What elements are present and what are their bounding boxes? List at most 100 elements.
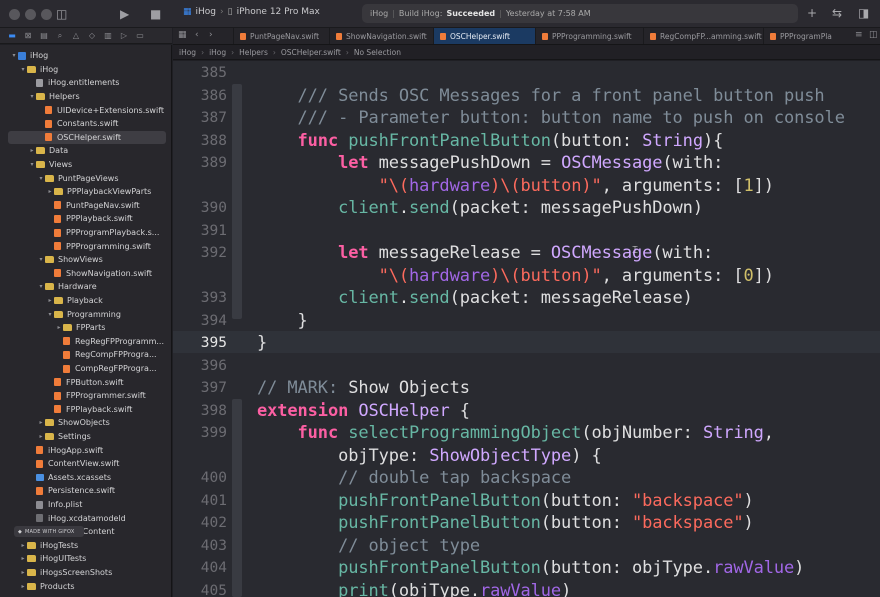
code-folding-ribbon[interactable] xyxy=(232,399,242,597)
code-line[interactable]: // object type xyxy=(257,536,480,556)
navigator-folder[interactable]: ▸ Data xyxy=(0,144,171,158)
breadcrumb-item[interactable]: iHog xyxy=(179,48,196,57)
code-line[interactable]: objType: ShowObjectType) { xyxy=(257,446,602,466)
issue-navigator-icon[interactable]: △ xyxy=(71,31,81,40)
forward-icon[interactable]: › xyxy=(209,30,213,40)
navigator-folder[interactable]: ▸ PPPlaybackViewParts xyxy=(0,185,171,199)
navigator-folder[interactable]: ▸ iHogsScreenShots xyxy=(0,566,171,580)
navigator-file[interactable]: Info.plist xyxy=(0,498,171,512)
navigator-file[interactable]: PPProgramPlayback.s... xyxy=(0,226,171,240)
navigator-file[interactable]: ShowNavigation.swift xyxy=(0,267,171,281)
code-line[interactable]: /// Sends OSC Messages for a front panel… xyxy=(257,86,825,106)
navigator-file[interactable]: ▾ iHog xyxy=(0,49,171,63)
navigator-file[interactable]: RegCompFPProgra... xyxy=(0,348,171,362)
navigator-folder[interactable]: ▾ Hardware xyxy=(0,280,171,294)
minimize-window-button[interactable] xyxy=(25,9,36,20)
disclosure-closed-icon[interactable]: ▸ xyxy=(19,555,27,562)
navigator-file[interactable]: iHog.entitlements xyxy=(0,76,171,90)
source-editor[interactable]: ⌶ 385 386 /// Sends OSC Messages for a fr… xyxy=(173,61,880,597)
navigator-file[interactable]: Assets.xcassets xyxy=(0,471,171,485)
code-line[interactable]: // MARK: Show Objects xyxy=(257,378,470,398)
project-navigator-icon[interactable]: ▬ xyxy=(7,31,17,40)
disclosure-open-icon[interactable]: ▾ xyxy=(46,311,54,318)
disclosure-open-icon[interactable]: ▾ xyxy=(37,175,45,182)
disclosure-open-icon[interactable]: ▾ xyxy=(37,256,45,263)
source-control-icon[interactable]: ⊠ xyxy=(23,31,33,40)
inspector-toggle-icon[interactable]: ◨ xyxy=(858,6,869,20)
code-line[interactable]: func selectProgrammingObject(objNumber: … xyxy=(257,423,774,443)
code-line[interactable]: // double tap backspace xyxy=(257,468,571,488)
code-line[interactable]: print(objType.rawValue) xyxy=(257,581,571,597)
editor-tab[interactable]: ShowNavigation.swift xyxy=(329,28,433,44)
code-line[interactable]: pushFrontPanelButton(button: "backspace"… xyxy=(257,491,754,511)
zoom-window-button[interactable] xyxy=(41,9,52,20)
navigator-folder[interactable]: ▸ ShowObjects xyxy=(0,416,171,430)
navigator-file[interactable]: FPPlayback.swift xyxy=(0,403,171,417)
breakpoint-navigator-icon[interactable]: ▷ xyxy=(119,31,129,40)
disclosure-closed-icon[interactable]: ▸ xyxy=(46,297,54,304)
navigator-folder[interactable]: ▾ Programming xyxy=(0,307,171,321)
editor-tab[interactable]: PPProgramming.swift xyxy=(535,28,643,44)
disclosure-closed-icon[interactable]: ▸ xyxy=(19,583,27,590)
add-icon[interactable]: + xyxy=(807,6,817,20)
navigator-folder[interactable]: ▾ PuntPageViews xyxy=(0,171,171,185)
navigator-folder[interactable]: ▸ FPParts xyxy=(0,321,171,335)
disclosure-open-icon[interactable]: ▾ xyxy=(10,52,18,59)
disclosure-closed-icon[interactable]: ▸ xyxy=(37,433,45,440)
breadcrumb-item[interactable]: OSCHelper.swift xyxy=(281,48,341,57)
navigator-file[interactable]: OSCHelper.swift xyxy=(8,130,166,145)
code-line[interactable]: extension OSCHelper { xyxy=(257,401,470,421)
symbol-navigator-icon[interactable]: ▤ xyxy=(39,31,49,40)
navigator-folder[interactable]: ▾ ShowViews xyxy=(0,253,171,267)
navigator-folder[interactable]: ▾ Views xyxy=(0,158,171,172)
disclosure-open-icon[interactable]: ▾ xyxy=(37,283,45,290)
disclosure-closed-icon[interactable]: ▸ xyxy=(46,188,54,195)
navigator-file[interactable]: iHogApp.swift xyxy=(0,443,171,457)
disclosure-open-icon[interactable]: ▾ xyxy=(28,161,36,168)
debug-navigator-icon[interactable]: ▥ xyxy=(103,31,113,40)
breadcrumb-item[interactable]: No Selection xyxy=(354,48,401,57)
navigator-file[interactable]: FPButton.swift xyxy=(0,375,171,389)
find-navigator-icon[interactable]: ⌕ xyxy=(55,31,65,41)
disclosure-closed-icon[interactable]: ▸ xyxy=(28,147,36,154)
scheme-selector[interactable]: ▦ iHog › ▯ iPhone 12 Pro Max xyxy=(183,7,320,17)
navigator-file[interactable]: RegRegFPProgramm... xyxy=(0,335,171,349)
disclosure-open-icon[interactable]: ▾ xyxy=(28,93,36,100)
code-line[interactable]: pushFrontPanelButton(button: objType.raw… xyxy=(257,558,804,578)
code-line[interactable]: "\(hardware)\(button)", arguments: [0]) xyxy=(257,266,774,286)
close-window-button[interactable] xyxy=(9,9,20,20)
code-folding-ribbon[interactable] xyxy=(232,84,242,319)
navigator-folder[interactable]: ▸ iHogTests xyxy=(0,539,171,553)
report-navigator-icon[interactable]: ▭ xyxy=(135,31,145,40)
code-line[interactable]: } xyxy=(257,311,308,331)
related-items-icon[interactable]: ▦ xyxy=(178,30,187,40)
navigator-folder[interactable]: ▾ iHog xyxy=(0,63,171,77)
code-line[interactable]: /// - Parameter button: button name to p… xyxy=(257,108,845,128)
navigator-file[interactable]: UIDevice+Extensions.swift xyxy=(0,103,171,117)
navigator-folder[interactable]: ▸ Settings xyxy=(0,430,171,444)
navigator-file[interactable]: PPPlayback.swift xyxy=(0,212,171,226)
navigator-file[interactable]: PuntPageNav.swift xyxy=(0,199,171,213)
disclosure-closed-icon[interactable]: ▸ xyxy=(19,569,27,576)
editor-tab[interactable]: RegCompFP...amming.swift xyxy=(643,28,763,44)
editor-tab[interactable]: PPProgramPla xyxy=(763,28,880,44)
disclosure-open-icon[interactable]: ▾ xyxy=(19,66,27,73)
navigator-file[interactable]: ContentView.swift xyxy=(0,457,171,471)
test-navigator-icon[interactable]: ◇ xyxy=(87,31,97,40)
breadcrumb-item[interactable]: Helpers xyxy=(239,48,268,57)
navigator-folder[interactable]: ▸ iHogUITests xyxy=(0,552,171,566)
navigator-folder[interactable]: ▾ Helpers xyxy=(0,90,171,104)
code-line[interactable]: "\(hardware)\(button)", arguments: [1]) xyxy=(257,176,774,196)
disclosure-closed-icon[interactable]: ▸ xyxy=(55,324,63,331)
code-line[interactable]: client.send(packet: messagePushDown) xyxy=(257,198,703,218)
code-line[interactable]: } xyxy=(257,333,267,353)
breadcrumb-item[interactable]: iHog xyxy=(209,48,226,57)
code-line[interactable]: pushFrontPanelButton(button: "backspace"… xyxy=(257,513,754,533)
back-icon[interactable]: ‹ xyxy=(195,30,199,40)
navigator-file[interactable]: CompRegFPProgra... xyxy=(0,362,171,376)
navigator-file[interactable]: PPProgramming.swift xyxy=(0,239,171,253)
editor-tab[interactable]: PuntPageNav.swift xyxy=(233,28,329,44)
code-review-icon[interactable]: ⇆ xyxy=(832,6,842,20)
navigator-file[interactable]: Constants.swift xyxy=(0,117,171,131)
disclosure-closed-icon[interactable]: ▸ xyxy=(37,419,45,426)
